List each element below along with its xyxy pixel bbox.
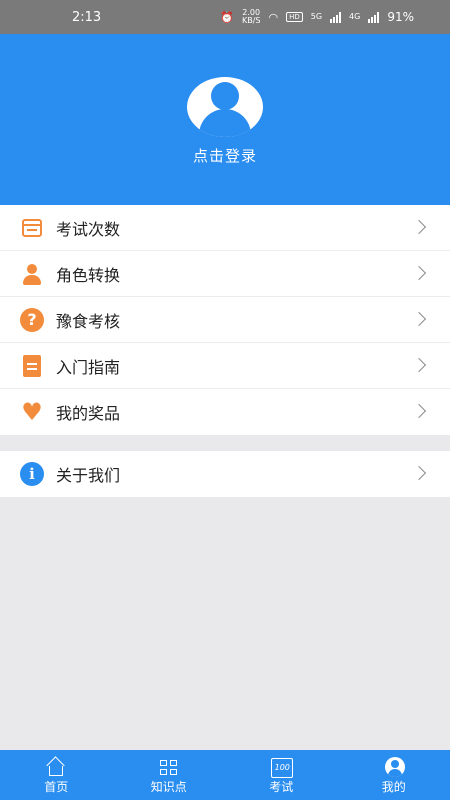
exam-icon: 100 bbox=[271, 758, 294, 778]
tab-knowledge[interactable]: 知识点 bbox=[113, 750, 226, 800]
tab-label: 考试 bbox=[269, 780, 294, 794]
chevron-right-icon bbox=[411, 357, 427, 373]
sim2-label: 4G bbox=[349, 12, 361, 21]
menu-item-exam-count[interactable]: 考试次数 bbox=[0, 205, 450, 251]
hd-badge: HD bbox=[286, 12, 303, 22]
question-icon: ? bbox=[20, 307, 44, 332]
menu-item-guide[interactable]: 入门指南 bbox=[0, 343, 450, 389]
chevron-right-icon bbox=[411, 465, 427, 481]
info-icon: i bbox=[20, 462, 44, 486]
tab-home[interactable]: 首页 bbox=[0, 750, 113, 800]
menu-list: 考试次数 角色转换 ? 豫食考核 入门指南 ♥ 我的奖品 bbox=[0, 205, 450, 435]
heart-icon: ♥ bbox=[21, 398, 43, 426]
menu-item-label: 角色转换 bbox=[56, 265, 121, 285]
login-link[interactable]: 点击登录 bbox=[193, 145, 257, 166]
user-icon bbox=[20, 262, 44, 286]
signal2-icon bbox=[368, 11, 380, 23]
menu-item-about-us[interactable]: i 关于我们 bbox=[0, 451, 450, 497]
status-icons: ⏰ 2.00 KB/S ◠ HD 5G 4G 91% bbox=[220, 9, 414, 25]
menu-item-label: 入门指南 bbox=[56, 357, 121, 377]
chevron-right-icon bbox=[411, 219, 427, 235]
chevron-right-icon bbox=[411, 403, 427, 419]
tab-label: 我的 bbox=[381, 780, 406, 794]
tab-label: 首页 bbox=[44, 780, 69, 794]
bottom-tab-bar: 首页 知识点 100 考试 我的 bbox=[0, 750, 450, 800]
tab-profile[interactable]: 我的 bbox=[338, 750, 450, 800]
battery-level: 91% bbox=[387, 10, 414, 24]
signal1-icon bbox=[330, 11, 342, 23]
profile-header: 点击登录 bbox=[0, 34, 450, 205]
menu-item-prizes[interactable]: ♥ 我的奖品 bbox=[0, 389, 450, 435]
grid-icon bbox=[159, 759, 179, 777]
tab-label: 知识点 bbox=[150, 780, 187, 794]
menu-item-label: 考试次数 bbox=[56, 219, 121, 239]
menu-item-label: 关于我们 bbox=[56, 466, 121, 485]
chevron-right-icon bbox=[411, 311, 427, 327]
sim1-label: 5G bbox=[310, 12, 323, 21]
calendar-icon bbox=[20, 216, 44, 240]
menu-item-role-switch[interactable]: 角色转换 bbox=[0, 251, 450, 297]
home-icon bbox=[46, 759, 66, 777]
avatar[interactable] bbox=[187, 77, 263, 137]
menu-item-assessment[interactable]: ? 豫食考核 bbox=[0, 297, 450, 343]
menu-item-label: 我的奖品 bbox=[56, 404, 121, 423]
status-time: 2:13 bbox=[72, 9, 102, 25]
menu-list-about: i 关于我们 bbox=[0, 451, 450, 497]
profile-icon bbox=[384, 757, 405, 777]
document-icon bbox=[20, 354, 44, 378]
net-speed: 2.00 KB/S bbox=[241, 8, 261, 25]
alarm-icon: ⏰ bbox=[220, 10, 234, 24]
tab-exam[interactable]: 100 考试 bbox=[225, 750, 338, 800]
menu-item-label: 豫食考核 bbox=[56, 311, 121, 331]
wifi-icon: ◠ bbox=[268, 10, 279, 24]
status-bar: 2:13 ⏰ 2.00 KB/S ◠ HD 5G 4G 91% bbox=[0, 0, 450, 34]
chevron-right-icon bbox=[411, 265, 427, 281]
